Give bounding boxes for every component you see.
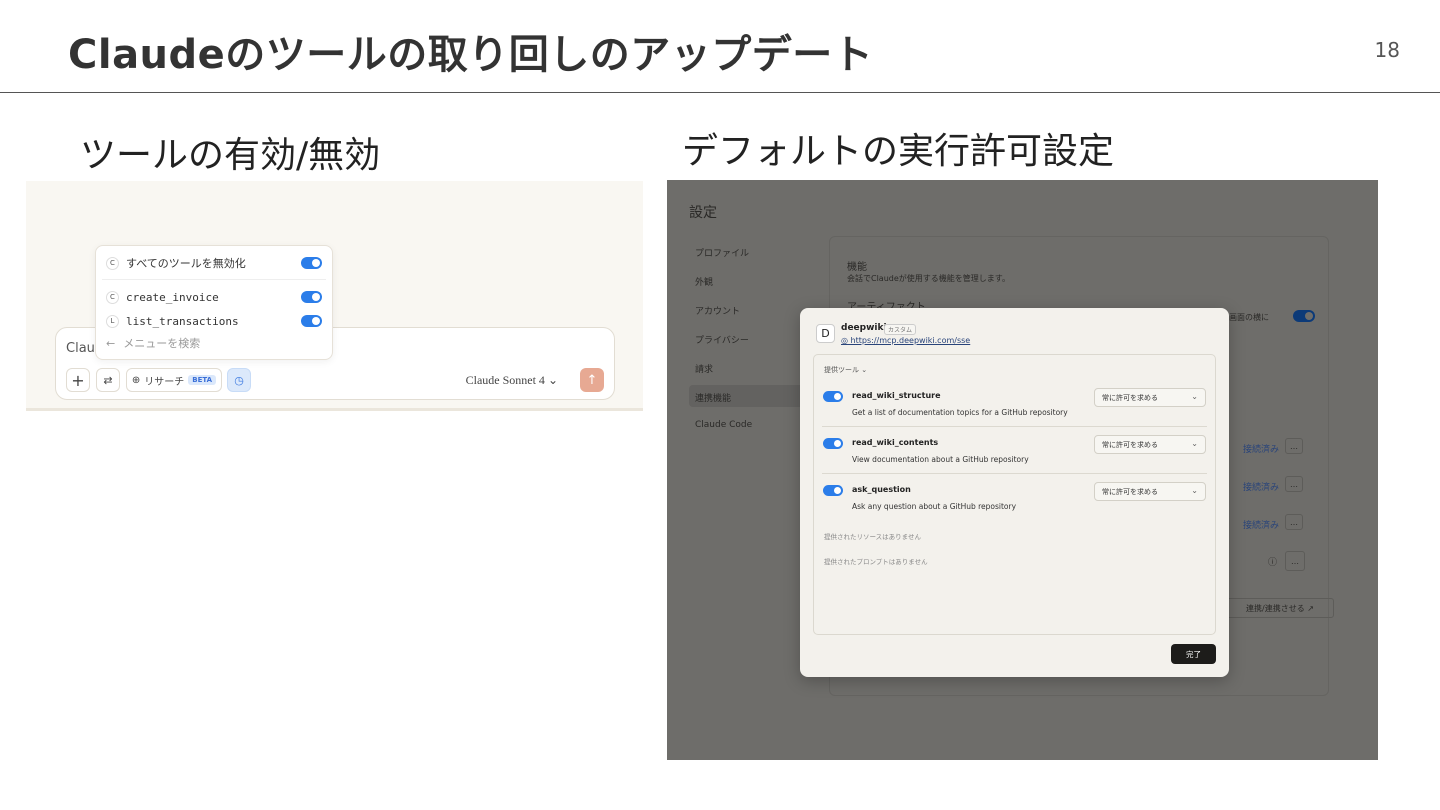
divider — [822, 426, 1207, 427]
back-arrow-icon[interactable]: ← — [106, 337, 115, 350]
connected-status: 接続済み — [1243, 483, 1280, 493]
chevron-down-icon: ⌄ — [1191, 439, 1198, 448]
connected-status: 接続済み — [1243, 521, 1280, 531]
tool-toggle[interactable] — [823, 391, 843, 402]
connector-badge: L — [106, 314, 119, 328]
connector-logo: D — [816, 324, 835, 343]
composer-toolbar: + ⇄ ⊕ リサーチ BETA ◷ Claude Sonnet 4 ⌄ ↑ — [66, 368, 604, 392]
divider — [26, 408, 643, 411]
chevron-down-icon: ⌄ — [1191, 392, 1198, 401]
tool-toggle-screenshot: Clauc + ⇄ ⊕ リサーチ BETA ◷ Claude Sonnet 4 … — [26, 181, 643, 411]
left-section-heading: ツールの有効/無効 — [80, 135, 381, 176]
permission-value: 常に許可を求める — [1102, 487, 1158, 496]
more-options-button[interactable]: … — [1285, 514, 1303, 530]
menu-divider — [102, 279, 326, 280]
tool-description: Get a list of documentation topics for a… — [852, 408, 1068, 417]
menu-item-create-invoice[interactable]: C create_invoice — [96, 286, 332, 308]
done-button[interactable]: 完了 — [1171, 644, 1216, 664]
menu-item-list-transactions[interactable]: L list_transactions — [96, 310, 332, 332]
permission-value: 常に許可を求める — [1102, 393, 1158, 402]
menu-search-input[interactable]: メニューを検索 — [123, 335, 200, 351]
custom-badge: カスタム — [884, 324, 917, 335]
clock-icon[interactable]: ◷ — [227, 368, 251, 392]
research-icon: ⊕ — [131, 374, 141, 386]
connector-modal: D deepwiki カスタム ◎ https://mcp.deepwiki.c… — [800, 308, 1229, 677]
nav-item-integrations[interactable]: 連携機能 — [695, 391, 731, 404]
beta-badge: BETA — [188, 375, 217, 385]
permission-value: 常に許可を求める — [1102, 440, 1158, 449]
menu-item-label: create_invoice — [126, 290, 219, 304]
chevron-down-icon: ⌄ — [1191, 486, 1198, 495]
tool-name: read_wiki_structure — [852, 391, 941, 400]
permission-select[interactable]: 常に許可を求める ⌄ — [1094, 435, 1206, 454]
tool-description: Ask any question about a GitHub reposito… — [852, 502, 1017, 511]
connector-name: deepwiki — [841, 323, 887, 333]
toggle-switch[interactable] — [301, 315, 322, 327]
info-icon: ⓘ — [1268, 558, 1278, 568]
tool-name: ask_question — [852, 485, 911, 494]
tool-row: ask_question Ask any question about a Gi… — [814, 482, 1215, 529]
connector-url-link[interactable]: ◎ https://mcp.deepwiki.com/sse — [841, 336, 970, 345]
model-selector[interactable]: Claude Sonnet 4 ⌄ — [466, 373, 558, 388]
slide-title: Claudeのツールの取り回しのアップデート — [68, 32, 874, 78]
nav-item-appearance[interactable]: 外観 — [695, 275, 713, 288]
connector-badge: C — [106, 256, 119, 270]
page-number: 18 — [1374, 38, 1400, 62]
nav-item-privacy[interactable]: プライバシー — [695, 333, 749, 346]
connector-url[interactable]: https://mcp.deepwiki.com/sse — [851, 336, 971, 345]
more-options-button[interactable]: … — [1285, 551, 1305, 571]
permission-select[interactable]: 常に許可を求める ⌄ — [1094, 482, 1206, 501]
artifact-toggle[interactable] — [1293, 310, 1315, 322]
nav-item-account[interactable]: アカウント — [695, 304, 740, 317]
tool-description: View documentation about a GitHub reposi… — [852, 455, 1029, 464]
chevron-down-icon: ⌄ — [547, 373, 558, 387]
settings-title: 設定 — [689, 206, 717, 221]
permission-settings-screenshot: 設定 プロファイル 外観 アカウント プライバシー 請求 連携機能 Claude… — [667, 180, 1378, 760]
add-button[interactable]: + — [66, 368, 90, 392]
tool-row: read_wiki_contents View documentation ab… — [814, 435, 1215, 482]
right-section-heading: デフォルトの実行許可設定 — [682, 131, 1115, 172]
divider — [822, 473, 1207, 474]
nav-item-billing[interactable]: 請求 — [695, 362, 713, 375]
tool-toggle[interactable] — [823, 485, 843, 496]
send-button[interactable]: ↑ — [580, 368, 604, 392]
connector-badge: C — [106, 290, 119, 304]
tools-menu: C すべてのツールを無効化 C create_invoice L list_tr… — [95, 245, 333, 360]
more-options-button[interactable]: … — [1285, 438, 1303, 454]
nav-item-claude-code[interactable]: Claude Code — [695, 420, 752, 430]
nav-item-profile[interactable]: プロファイル — [695, 246, 749, 259]
features-description: 会話でClaudeが使用する機能を管理します。 — [847, 274, 1010, 283]
more-options-button[interactable]: … — [1285, 476, 1303, 492]
connect-button[interactable]: 連携/連携させる ↗ — [1226, 598, 1334, 618]
globe-icon: ◎ — [841, 336, 848, 345]
model-name: Claude Sonnet 4 — [465, 373, 545, 387]
features-title: 機能 — [847, 262, 867, 273]
menu-search[interactable]: ← メニューを検索 — [96, 332, 332, 354]
tools-settings-button[interactable]: ⇄ — [96, 368, 120, 392]
menu-item-label: すべてのツールを無効化 — [126, 257, 246, 270]
tools-section-toggle[interactable]: 提供ツール ⌄ — [824, 365, 867, 375]
tool-toggle[interactable] — [823, 438, 843, 449]
no-resources-note: 提供されたリソースはありません — [824, 533, 921, 541]
tool-name: read_wiki_contents — [852, 438, 939, 447]
research-label: リサーチ — [144, 376, 185, 388]
menu-item-label: list_transactions — [126, 314, 239, 328]
permission-select[interactable]: 常に許可を求める ⌄ — [1094, 388, 1206, 407]
toggle-switch[interactable] — [301, 257, 322, 269]
menu-item-disable-all[interactable]: C すべてのツールを無効化 — [96, 252, 332, 274]
title-divider — [0, 92, 1440, 93]
side-label: 画面の横に — [1229, 313, 1269, 322]
tools-panel: 提供ツール ⌄ read_wiki_structure Get a list o… — [813, 354, 1216, 635]
no-prompts-note: 提供されたプロンプトはありません — [824, 558, 928, 566]
connected-status: 接続済み — [1243, 445, 1280, 455]
research-button[interactable]: ⊕ リサーチ BETA — [126, 368, 222, 392]
tool-row: read_wiki_structure Get a list of docume… — [814, 388, 1215, 435]
toggle-switch[interactable] — [301, 291, 322, 303]
